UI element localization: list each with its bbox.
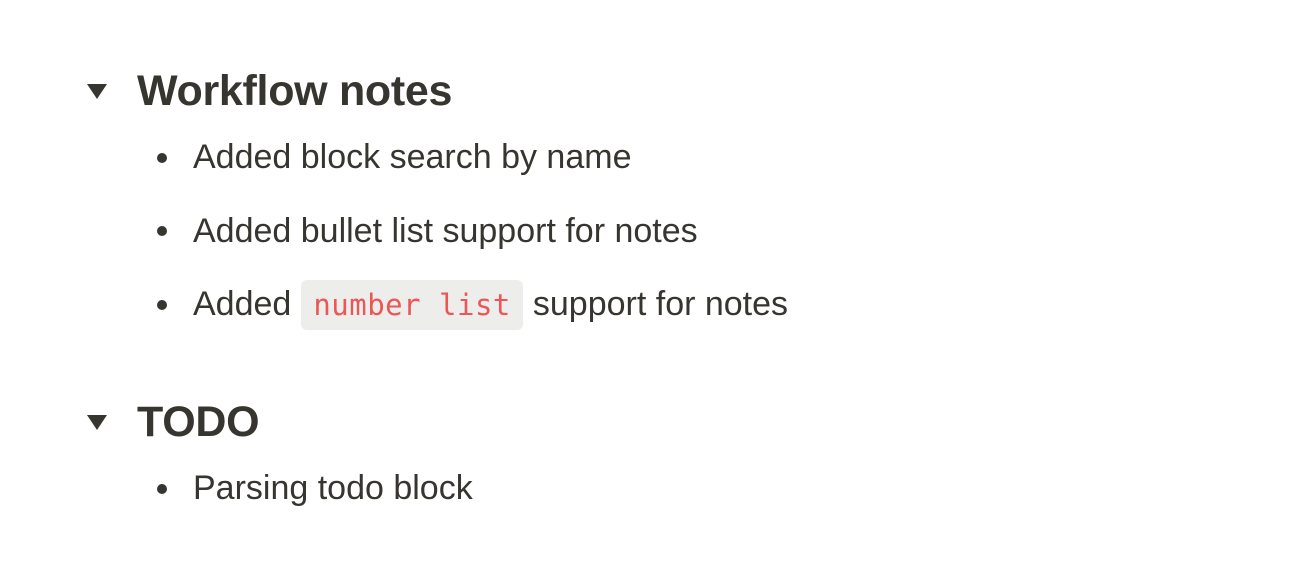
triangle-down-icon[interactable] xyxy=(82,407,112,437)
list-item-text[interactable]: Added number list support for notes xyxy=(193,279,789,330)
triangle-down-icon[interactable] xyxy=(82,76,112,106)
toggle-header-workflow-notes[interactable]: Workflow notes xyxy=(82,61,788,121)
list-item[interactable]: Added block search by name xyxy=(147,121,788,195)
list-item[interactable]: Added bullet list support for notes xyxy=(147,195,788,269)
toggle-title[interactable]: TODO xyxy=(137,398,260,447)
toggle-block-workflow-notes: Workflow notes Added block search by nam… xyxy=(82,61,788,342)
bullet-dot-icon xyxy=(157,474,193,504)
toggle-children: Parsing todo block xyxy=(147,452,473,526)
toggle-title[interactable]: Workflow notes xyxy=(137,67,452,116)
list-item[interactable]: Added number list support for notes xyxy=(147,268,788,342)
notes-document: Workflow notes Added block search by nam… xyxy=(0,0,1290,566)
list-item-suffix: support for notes xyxy=(532,285,789,324)
list-item-prefix: Added xyxy=(193,285,292,324)
list-item-text[interactable]: Added block search by name xyxy=(193,138,631,177)
list-item[interactable]: Parsing todo block xyxy=(147,452,473,526)
list-item-text[interactable]: Parsing todo block xyxy=(193,469,473,508)
bullet-dot-icon xyxy=(157,143,193,173)
bullet-dot-icon xyxy=(157,290,193,320)
toggle-block-todo: TODO Parsing todo block xyxy=(82,392,473,526)
inline-code: number list xyxy=(301,279,523,330)
bullet-dot-icon xyxy=(157,216,193,246)
toggle-children: Added block search by name Added bullet … xyxy=(147,121,788,342)
list-item-text[interactable]: Added bullet list support for notes xyxy=(193,212,698,251)
toggle-header-todo[interactable]: TODO xyxy=(82,392,473,452)
